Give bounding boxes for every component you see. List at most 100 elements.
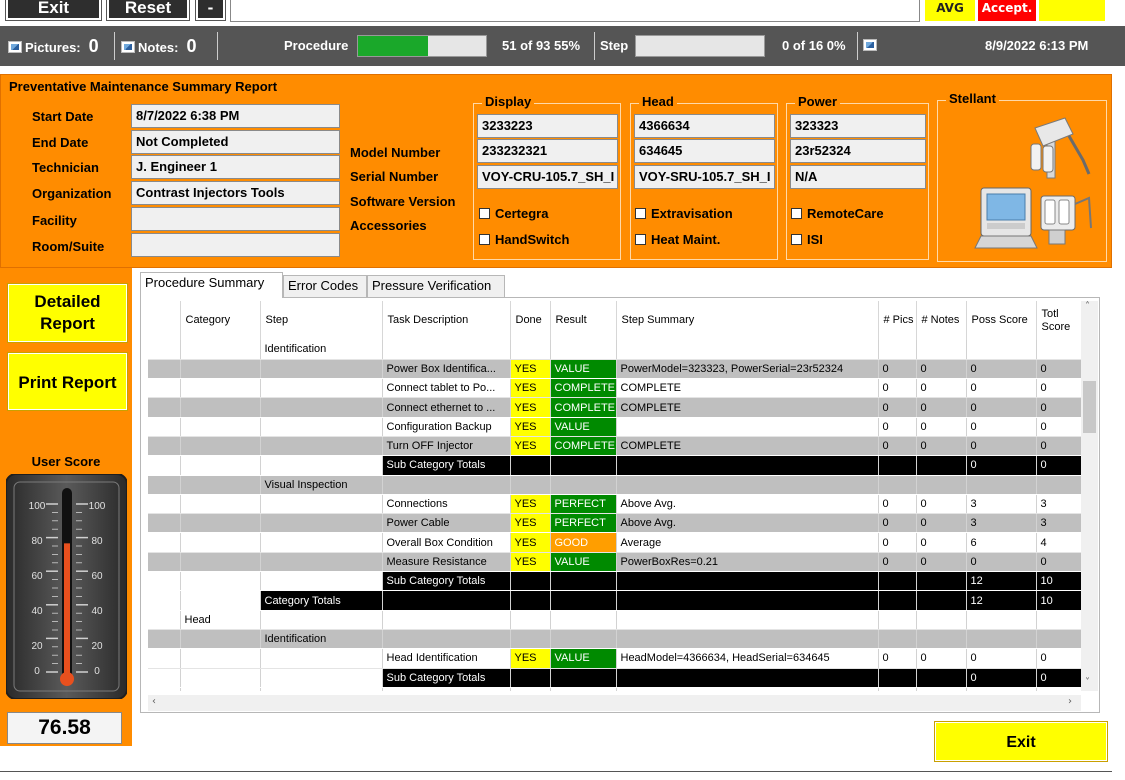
row-header-cell[interactable] <box>148 687 181 691</box>
horizontal-scrollbar[interactable]: ‹ › <box>148 695 1081 711</box>
row-header-cell[interactable] <box>148 455 181 476</box>
scroll-left-icon[interactable]: ‹ <box>152 696 156 707</box>
detailed-report-label: Detailed Report <box>34 292 101 333</box>
table-row[interactable]: Visual Inspection <box>148 687 1081 691</box>
camera-icon <box>863 39 877 51</box>
grid-viewport[interactable]: Category Step Task Description Done Resu… <box>148 301 1081 691</box>
tab-error-codes[interactable]: Error Codes <box>283 275 367 297</box>
cell-result: VALUE <box>550 648 617 669</box>
column-header-totl-score[interactable]: Totl Score <box>1036 301 1081 340</box>
table-row[interactable]: Connections YES PERFECT Above Avg. 0 0 3 3 <box>148 494 1081 515</box>
table-row[interactable]: Sub Category Totals 0 0 <box>148 668 1081 688</box>
scroll-down-icon[interactable]: ˅ <box>1085 677 1090 688</box>
cell-cat <box>180 455 261 476</box>
row-header-cell[interactable] <box>148 378 181 399</box>
exit-top-button[interactable]: Exit <box>5 0 102 21</box>
exit-button[interactable]: Exit <box>934 721 1108 762</box>
table-row[interactable]: Measure Resistance YES VALUE PowerBoxRes=0.… <box>148 552 1081 573</box>
row-header-cell[interactable] <box>148 668 181 688</box>
cell-pics <box>878 610 917 630</box>
reset-button[interactable]: Reset <box>106 0 190 21</box>
cell-task <box>382 475 511 495</box>
table-row[interactable]: Power Box Identifica... YES VALUE PowerMode… <box>148 359 1081 380</box>
cell-poss: 0 <box>966 648 1037 669</box>
handswitch-checkbox[interactable]: HandSwitch <box>479 232 569 247</box>
row-header-cell[interactable] <box>148 648 181 669</box>
top-toolbar: Exit Reset - AVG Accept. <box>0 0 1125 26</box>
cell-result <box>550 590 617 611</box>
column-header-summary[interactable]: Step Summary <box>616 301 879 340</box>
tab-procedure-summary[interactable]: Procedure Summary <box>140 272 283 298</box>
table-row[interactable]: Connect tablet to Po... YES COMPLETE COMPLE… <box>148 378 1081 399</box>
table-row[interactable]: Head Identification YES VALUE HeadModel=436… <box>148 648 1081 669</box>
cell-task: Connect tablet to Po... <box>382 378 511 399</box>
column-header-poss-score[interactable]: Poss Score <box>966 301 1037 340</box>
display-group-title: Display <box>482 94 535 109</box>
row-header-cell[interactable] <box>148 571 181 592</box>
row-header-cell[interactable] <box>148 475 181 495</box>
cell-poss: 0 <box>966 397 1037 418</box>
tab-pressure-verification[interactable]: Pressure Verification <box>367 275 505 297</box>
cell-summary: COMPLETE <box>616 436 879 457</box>
scroll-up-icon[interactable]: ˄ <box>1085 301 1090 312</box>
cell-task: Overall Box Condition <box>382 532 511 553</box>
pictures-counter[interactable]: Pictures: 0 <box>8 26 99 66</box>
gauge-tick-left-100: 100 <box>29 501 46 512</box>
table-row[interactable]: Configuration Backup YES VALUE 0 0 0 0 <box>148 417 1081 437</box>
cell-cat <box>180 378 261 399</box>
certegra-checkbox[interactable]: Certegra <box>479 206 548 221</box>
column-header-done[interactable]: Done <box>510 301 551 340</box>
column-header-task[interactable]: Task Description <box>382 301 511 340</box>
row-header-cell[interactable] <box>148 590 181 611</box>
row-header-cell[interactable] <box>148 610 181 630</box>
isi-checkbox[interactable]: ISI <box>791 232 823 247</box>
row-header-cell[interactable] <box>148 629 181 650</box>
table-row[interactable]: Sub Category Totals 0 0 <box>148 455 1081 476</box>
row-header-cell[interactable] <box>148 494 181 515</box>
row-header-cell[interactable] <box>148 513 181 534</box>
row-header-cell[interactable] <box>148 532 181 553</box>
table-row[interactable]: Identification <box>148 340 1081 360</box>
column-header-pics[interactable]: # Pics <box>878 301 917 340</box>
row-header-cell[interactable] <box>148 552 181 573</box>
detailed-report-button[interactable]: Detailed Report <box>7 283 128 343</box>
extravisation-label: Extravisation <box>651 206 733 221</box>
print-report-button[interactable]: Print Report <box>7 352 128 411</box>
minimize-button[interactable]: - <box>195 0 226 21</box>
cell-done: YES <box>510 436 551 457</box>
row-header-cell[interactable] <box>148 417 181 437</box>
cell-poss: 0 <box>966 552 1037 573</box>
table-row[interactable]: Visual Inspection <box>148 475 1081 495</box>
start-date-label: Start Date <box>32 109 94 124</box>
row-header-cell[interactable] <box>148 340 181 360</box>
cell-task: Measure Resistance <box>382 552 511 573</box>
row-header-cell[interactable] <box>148 397 181 418</box>
vertical-scrollbar[interactable]: ˄ ˅ <box>1081 301 1098 691</box>
table-row[interactable]: Identification <box>148 629 1081 650</box>
heat-maint-checkbox[interactable]: Heat Maint. <box>635 232 720 247</box>
table-row[interactable]: Head <box>148 610 1081 630</box>
cell-result <box>550 340 617 360</box>
table-row[interactable]: Overall Box Condition YES GOOD Average 0 0 6 4 <box>148 532 1081 553</box>
cell-task <box>382 340 511 360</box>
column-header-result[interactable]: Result <box>550 301 617 340</box>
scroll-right-icon[interactable]: › <box>1068 696 1072 707</box>
column-header-notes[interactable]: # Notes <box>916 301 967 340</box>
extravisation-checkbox[interactable]: Extravisation <box>635 206 733 221</box>
cell-task: Power Cable <box>382 513 511 534</box>
table-row[interactable]: Power Cable YES PERFECT Above Avg. 0 0 3 3 <box>148 513 1081 534</box>
column-header-category[interactable]: Category <box>180 301 261 340</box>
vertical-scroll-thumb[interactable] <box>1083 381 1096 433</box>
cell-notes: 0 <box>916 494 967 515</box>
notes-counter[interactable]: Notes: 0 <box>121 26 196 66</box>
camera-button[interactable] <box>863 26 880 66</box>
table-row[interactable]: Turn OFF Injector YES COMPLETE COMPLETE 0 0 0 0 <box>148 436 1081 457</box>
row-header-cell[interactable] <box>148 436 181 457</box>
table-row[interactable]: Connect ethernet to ... YES COMPLETE COMPLE… <box>148 397 1081 418</box>
cell-pics: 0 <box>878 552 917 573</box>
column-header-step[interactable]: Step <box>260 301 383 340</box>
table-row[interactable]: Category Totals 12 10 <box>148 590 1081 611</box>
remotecare-checkbox[interactable]: RemoteCare <box>791 206 884 221</box>
table-row[interactable]: Sub Category Totals 12 10 <box>148 571 1081 592</box>
row-header-cell[interactable] <box>148 359 181 380</box>
